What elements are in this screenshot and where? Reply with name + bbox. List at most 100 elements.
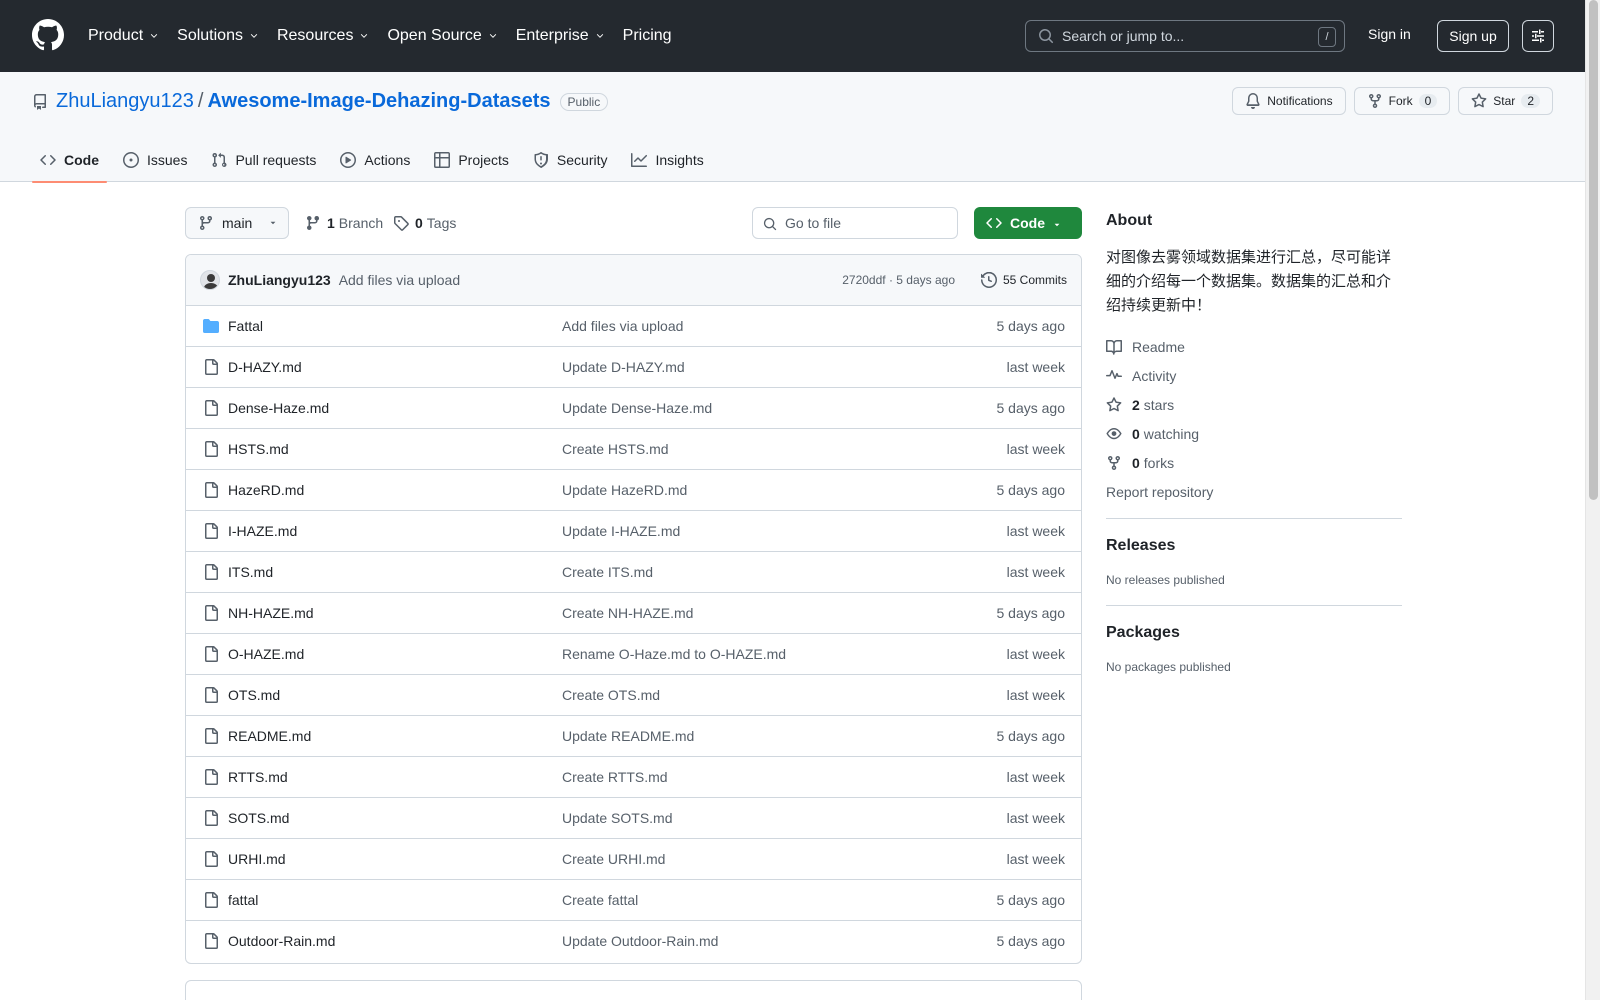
table-row[interactable]: Fattal Add files via upload 5 days ago bbox=[186, 306, 1081, 347]
packages-empty-text: No packages published bbox=[1106, 660, 1231, 674]
file-commit-message[interactable]: Update SOTS.md bbox=[562, 810, 673, 826]
commit-message[interactable]: Add files via upload bbox=[339, 272, 460, 288]
table-row[interactable]: Outdoor-Rain.md Update Outdoor-Rain.md 5 d… bbox=[186, 921, 1081, 962]
file-name-link[interactable]: README.md bbox=[228, 728, 311, 744]
file-name-link[interactable]: HazeRD.md bbox=[228, 482, 304, 498]
branch-label: Branch bbox=[338, 215, 384, 231]
fork-button[interactable]: Fork 0 bbox=[1353, 87, 1451, 115]
page-scrollbar[interactable] bbox=[1585, 0, 1600, 1000]
search-icon bbox=[1039, 29, 1054, 44]
table-row[interactable]: HazeRD.md Update HazeRD.md 5 days ago bbox=[186, 470, 1081, 511]
avatar[interactable] bbox=[200, 270, 220, 290]
file-name-link[interactable]: D-HAZY.md bbox=[228, 359, 302, 375]
file-commit-message[interactable]: Update I-HAZE.md bbox=[562, 523, 680, 539]
fork-icon bbox=[1368, 93, 1381, 109]
file-commit-message[interactable]: Create ITS.md bbox=[562, 564, 653, 580]
repo-name-link[interactable]: Awesome-Image-Dehazing-Datasets bbox=[207, 90, 550, 113]
table-row[interactable]: RTTS.md Create RTTS.md last week bbox=[186, 757, 1081, 798]
sign-up-button[interactable]: Sign up bbox=[1437, 20, 1509, 52]
file-commit-message[interactable]: Update HazeRD.md bbox=[562, 482, 687, 498]
file-name-link[interactable]: Fattal bbox=[228, 318, 263, 334]
nav-item-product[interactable]: Product bbox=[88, 27, 159, 45]
table-row[interactable]: D-HAZY.md Update D-HAZY.md last week bbox=[186, 347, 1081, 388]
search-input[interactable]: Search or jump to... / bbox=[1025, 20, 1345, 52]
github-logo-icon[interactable] bbox=[32, 19, 64, 51]
activity-link[interactable]: Activity bbox=[1106, 361, 1402, 390]
file-name-link[interactable]: O-HAZE.md bbox=[228, 646, 304, 662]
tags-link[interactable]: 0 Tags bbox=[393, 215, 456, 231]
file-commit-message[interactable]: Create NH-HAZE.md bbox=[562, 605, 693, 621]
file-name-link[interactable]: RTTS.md bbox=[228, 769, 288, 785]
nav-item-open-source[interactable]: Open Source bbox=[387, 27, 497, 45]
file-name-link[interactable]: URHI.md bbox=[228, 851, 286, 867]
file-commit-message[interactable]: Update README.md bbox=[562, 728, 694, 744]
file-name-link[interactable]: I-HAZE.md bbox=[228, 523, 297, 539]
star-button[interactable]: Star 2 bbox=[1458, 87, 1553, 115]
tab-security[interactable]: Security bbox=[525, 138, 616, 182]
stars-link[interactable]: 2 stars bbox=[1106, 390, 1402, 419]
repo-owner-link[interactable]: ZhuLiangyu123 bbox=[56, 90, 194, 113]
tab-insights[interactable]: Insights bbox=[623, 138, 711, 182]
table-row[interactable]: I-HAZE.md Update I-HAZE.md last week bbox=[186, 511, 1081, 552]
star-icon bbox=[1106, 396, 1122, 411]
table-row[interactable]: OTS.md Create OTS.md last week bbox=[186, 675, 1081, 716]
file-name-link[interactable]: Dense-Haze.md bbox=[228, 400, 329, 416]
table-row[interactable]: SOTS.md Update SOTS.md last week bbox=[186, 798, 1081, 839]
tab-actions[interactable]: Actions bbox=[332, 138, 418, 182]
report-repository-link[interactable]: Report repository bbox=[1106, 477, 1402, 506]
file-commit-message[interactable]: Update Dense-Haze.md bbox=[562, 400, 712, 416]
tab-issues[interactable]: Issues bbox=[115, 138, 195, 182]
packages-heading[interactable]: Packages bbox=[1106, 624, 1402, 642]
file-commit-message[interactable]: Create fattal bbox=[562, 892, 638, 908]
notifications-button[interactable]: Notifications bbox=[1232, 87, 1346, 115]
file-icon bbox=[205, 482, 218, 498]
file-commit-message[interactable]: Update Outdoor-Rain.md bbox=[562, 933, 718, 949]
table-icon bbox=[434, 152, 451, 168]
commit-hash-time[interactable]: 2720ddf · 5 days ago bbox=[842, 273, 955, 287]
table-row[interactable]: URHI.md Create URHI.md last week bbox=[186, 839, 1081, 880]
table-row[interactable]: O-HAZE.md Rename O-Haze.md to O-HAZE.md la… bbox=[186, 634, 1081, 675]
sign-in-link[interactable]: Sign in bbox=[1368, 26, 1411, 42]
table-row[interactable]: README.md Update README.md 5 days ago bbox=[186, 716, 1081, 757]
file-commit-message[interactable]: Rename O-Haze.md to O-HAZE.md bbox=[562, 646, 786, 662]
table-row[interactable]: fattal Create fattal 5 days ago bbox=[186, 880, 1081, 921]
table-row[interactable]: Dense-Haze.md Update Dense-Haze.md 5 days … bbox=[186, 388, 1081, 429]
nav-item-enterprise[interactable]: Enterprise bbox=[516, 27, 605, 45]
scrollbar-thumb[interactable] bbox=[1589, 0, 1598, 500]
file-name-link[interactable]: Outdoor-Rain.md bbox=[228, 933, 335, 949]
tab-pull-requests[interactable]: Pull requests bbox=[203, 138, 324, 182]
tag-label: Tags bbox=[426, 215, 457, 231]
forks-link[interactable]: 0 forks bbox=[1106, 448, 1402, 477]
file-commit-message[interactable]: Create RTTS.md bbox=[562, 769, 668, 785]
commit-author[interactable]: ZhuLiangyu123 bbox=[228, 272, 331, 288]
file-name-link[interactable]: ITS.md bbox=[228, 564, 273, 580]
file-commit-message[interactable]: Create URHI.md bbox=[562, 851, 665, 867]
file-name-link[interactable]: SOTS.md bbox=[228, 810, 289, 826]
file-name-link[interactable]: OTS.md bbox=[228, 687, 280, 703]
file-name-link[interactable]: HSTS.md bbox=[228, 441, 289, 457]
file-commit-message[interactable]: Add files via upload bbox=[562, 318, 683, 334]
releases-heading[interactable]: Releases bbox=[1106, 537, 1402, 555]
branch-select-button[interactable]: main bbox=[185, 207, 289, 239]
readme-link[interactable]: Readme bbox=[1106, 332, 1402, 361]
branches-link[interactable]: 1 Branch bbox=[305, 215, 383, 231]
tab-code[interactable]: Code bbox=[32, 138, 107, 183]
nav-item-solutions[interactable]: Solutions bbox=[177, 27, 259, 45]
table-row[interactable]: ITS.md Create ITS.md last week bbox=[186, 552, 1081, 593]
file-commit-message[interactable]: Create HSTS.md bbox=[562, 441, 669, 457]
repo-header: ZhuLiangyu123 / Awesome-Image-Dehazing-D… bbox=[0, 72, 1585, 183]
file-commit-message[interactable]: Update D-HAZY.md bbox=[562, 359, 685, 375]
file-commit-message[interactable]: Create OTS.md bbox=[562, 687, 660, 703]
file-name-link[interactable]: fattal bbox=[228, 892, 258, 908]
commits-link[interactable]: 55 Commits bbox=[980, 272, 1067, 288]
table-row[interactable]: HSTS.md Create HSTS.md last week bbox=[186, 429, 1081, 470]
table-row[interactable]: NH-HAZE.md Create NH-HAZE.md 5 days ago bbox=[186, 593, 1081, 634]
file-name-link[interactable]: NH-HAZE.md bbox=[228, 605, 314, 621]
nav-item-pricing[interactable]: Pricing bbox=[623, 27, 672, 45]
go-to-file-input[interactable]: Go to file bbox=[752, 207, 958, 239]
tab-projects[interactable]: Projects bbox=[426, 138, 517, 182]
code-dropdown-button[interactable]: Code bbox=[974, 207, 1082, 239]
watching-link[interactable]: 0 watching bbox=[1106, 419, 1402, 448]
nav-item-resources[interactable]: Resources bbox=[277, 27, 369, 45]
site-menu-button[interactable] bbox=[1522, 20, 1554, 52]
